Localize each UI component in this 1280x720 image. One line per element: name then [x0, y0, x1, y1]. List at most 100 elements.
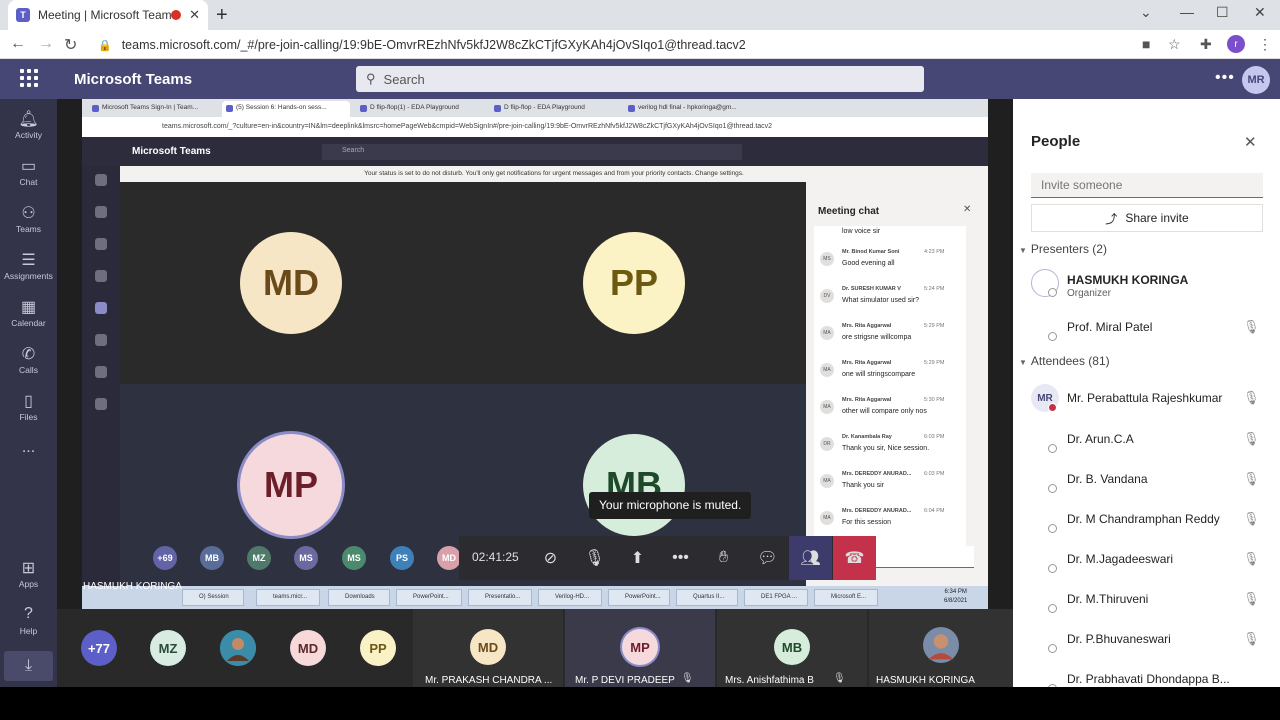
rail-apps[interactable]: ⊞ Apps	[0, 558, 57, 589]
participant-photo-avatar[interactable]	[220, 630, 256, 666]
participant-avatar[interactable]: MZ	[150, 630, 186, 666]
mic-off-icon: 🎙︎	[1243, 631, 1260, 646]
chrome-menu-icon[interactable]: ⋮	[1258, 36, 1272, 53]
taskbar-clock: 6:34 PM 6/8/2021	[944, 589, 968, 604]
meeting-control-bar: 02:41:25 ⊘ 🎙︎ ⬆ ••• ✋︎ 💬︎ 👥︎ ☎	[459, 536, 876, 580]
overflow-participants-avatar[interactable]: +77	[81, 630, 117, 666]
participant-avatar: PP	[583, 232, 685, 334]
mic-off-icon: 🎙︎	[1243, 511, 1260, 526]
participant-tile[interactable]: MD Mr. PRAKASH CHANDRA ...	[413, 609, 563, 687]
extensions-icon[interactable]: ✚	[1200, 36, 1212, 53]
mic-muted-icon: 🎙︎	[833, 673, 846, 684]
chat-message: DV Dr. SURESH KUMAR V 5:24 PM What simul…	[814, 281, 966, 315]
person-name: Mr. Perabattula Rajeshkumar	[1067, 391, 1223, 405]
raise-hand-icon[interactable]: ✋︎	[702, 536, 745, 580]
download-icon[interactable]: ⤓	[4, 651, 53, 681]
mic-off-icon: 🎙︎	[1243, 390, 1260, 405]
close-icon[interactable]: ✕	[1244, 133, 1257, 151]
user-avatar[interactable]: MR	[1242, 66, 1270, 94]
attendee-row[interactable]: Dr. M.Jagadeeswari 🎙︎	[1031, 543, 1271, 577]
participant-avatar[interactable]: MD	[290, 630, 326, 666]
browser-profile-avatar[interactable]: r	[1227, 35, 1245, 53]
forward-icon[interactable]: →	[38, 35, 54, 53]
rail-calls[interactable]: ✆ Calls	[0, 344, 57, 375]
attendee-row[interactable]: Dr. P.Bhuvaneswari 🎙︎	[1031, 623, 1271, 657]
invite-someone-input[interactable]	[1031, 173, 1263, 198]
chat-toggle-icon[interactable]: 💬︎	[746, 536, 789, 580]
hang-up-icon[interactable]: ☎	[833, 536, 876, 580]
tab-close-icon[interactable]: ✕	[189, 7, 200, 23]
more-actions-icon[interactable]: •••	[659, 536, 702, 580]
rail-files[interactable]: ▯ Files	[0, 391, 57, 422]
mic-muted-toast: Your microphone is muted.	[589, 492, 752, 519]
teams-icon: ⚇	[21, 205, 36, 222]
browser-tab[interactable]: T Meeting | Microsoft Teams ✕	[8, 0, 208, 30]
participant-tile[interactable]: HASMUKH KORINGA	[869, 609, 1013, 687]
lock-icon[interactable]: 🔒	[98, 39, 112, 52]
rail-chat[interactable]: ▭ Chat	[0, 156, 57, 187]
address-bar[interactable]: 🔒 teams.microsoft.com/_#/pre-join-callin…	[88, 33, 1128, 57]
attendee-row[interactable]: Dr. M.Thiruveni 🎙︎	[1031, 583, 1271, 617]
rail-more[interactable]: ...	[0, 439, 57, 459]
participant-name: Mrs. Anishfathima B	[725, 675, 814, 686]
camera-icon[interactable]: ■	[1142, 36, 1150, 52]
share-screen-icon[interactable]: ⬆	[616, 536, 659, 580]
files-icon: ▯	[24, 393, 33, 410]
participant-bubble[interactable]: MS	[342, 546, 366, 570]
window-close-icon[interactable]: ✕	[1254, 4, 1266, 21]
share-invite-button[interactable]: ⤴ Share invite	[1031, 204, 1263, 232]
presence-icon	[1048, 604, 1057, 613]
attendee-row[interactable]: Dr. Prabhavati Dhondappa B...	[1031, 663, 1271, 687]
people-toggle-icon[interactable]: 👥︎	[789, 536, 832, 580]
shared-tab: (5) Session 6: Hands-on sess...	[222, 101, 350, 117]
rail-calendar[interactable]: ▦ Calendar	[0, 297, 57, 328]
reload-icon[interactable]: ↻	[64, 35, 77, 55]
browser-toolbar: ← → ↻ 🔒 teams.microsoft.com/_#/pre-join-…	[0, 30, 1280, 59]
attendee-row[interactable]: Dr. B. Vandana 🎙︎	[1031, 463, 1271, 497]
presence-icon	[1048, 484, 1057, 493]
more-options-icon[interactable]: •••	[1215, 69, 1235, 87]
participant-strip: +77 MZ MD PP MD Mr. PRAKASH CHANDRA ... …	[57, 609, 1013, 687]
chrome-menu-down-icon[interactable]: ⌄	[1140, 4, 1152, 21]
presence-icon	[1048, 644, 1057, 653]
overflow-participants-bubble[interactable]: +69	[153, 546, 177, 570]
mic-off-icon: 🎙︎	[1243, 591, 1260, 606]
attendee-row[interactable]: Dr. M Chandramphan Reddy 🎙︎	[1031, 503, 1271, 537]
shared-tab: D flip-flop(1) - EDA Playground	[356, 101, 484, 117]
rail-teams[interactable]: ⚇ Teams	[0, 203, 57, 234]
attendees-section-header[interactable]: ▼ Attendees (81)	[1019, 354, 1110, 368]
rail-activity[interactable]: 🔔︎ Activity	[0, 109, 57, 140]
participant-bubble[interactable]: MS	[294, 546, 318, 570]
presenter-row[interactable]: HASMUKH KORINGA Organizer	[1031, 267, 1271, 301]
app-launcher-icon[interactable]	[20, 69, 38, 87]
presenters-section-header[interactable]: ▼ Presenters (2)	[1019, 242, 1107, 256]
status-banner: Your status is set to do not disturb. Yo…	[120, 166, 988, 182]
new-tab-button[interactable]: +	[216, 4, 228, 27]
camera-off-icon[interactable]: ⊘	[529, 536, 572, 580]
chat-message-list: low voice sir MS Mr. Binod Kumar Soni 4:…	[814, 226, 966, 546]
participant-tile[interactable]: MP Mr. P DEVI PRADEEP 🎙︎	[565, 609, 715, 687]
participant-tile[interactable]: MB Mrs. Anishfathima B 🎙︎	[717, 609, 867, 687]
taskbar-item: teams.micr...	[256, 589, 320, 606]
rail-assignments[interactable]: ☰ Assignments	[0, 250, 57, 281]
participant-bubble[interactable]: MZ	[247, 546, 271, 570]
participant-bubble[interactable]: MD	[437, 546, 461, 570]
maximize-icon[interactable]: ☐	[1216, 4, 1229, 21]
back-icon[interactable]: ←	[10, 35, 26, 53]
video-tile: MD	[120, 182, 463, 384]
participant-avatar[interactable]: PP	[360, 630, 396, 666]
chat-message: MA Mrs. Rita Aggarwal 5:29 PM one will s…	[814, 355, 966, 389]
attendee-row[interactable]: Dr. Arun.C.A 🎙︎	[1031, 423, 1271, 457]
attendee-row[interactable]: MR Mr. Perabattula Rajeshkumar 🎙︎	[1031, 382, 1271, 416]
url-text: teams.microsoft.com/_#/pre-join-calling/…	[121, 38, 746, 52]
participant-bubble[interactable]: MB	[200, 546, 224, 570]
search-input[interactable]: ⚲ Search	[356, 66, 924, 92]
rail-help[interactable]: ? Help	[0, 605, 57, 636]
minimize-icon[interactable]: —	[1180, 4, 1194, 20]
chat-message: low voice sir	[842, 228, 881, 235]
participant-bubble[interactable]: PS	[390, 546, 414, 570]
bookmark-star-icon[interactable]: ☆	[1168, 36, 1181, 53]
help-icon: ?	[24, 605, 33, 622]
presenter-row[interactable]: Prof. Miral Patel 🎙︎	[1031, 311, 1271, 345]
mic-off-icon[interactable]: 🎙︎	[573, 536, 616, 580]
